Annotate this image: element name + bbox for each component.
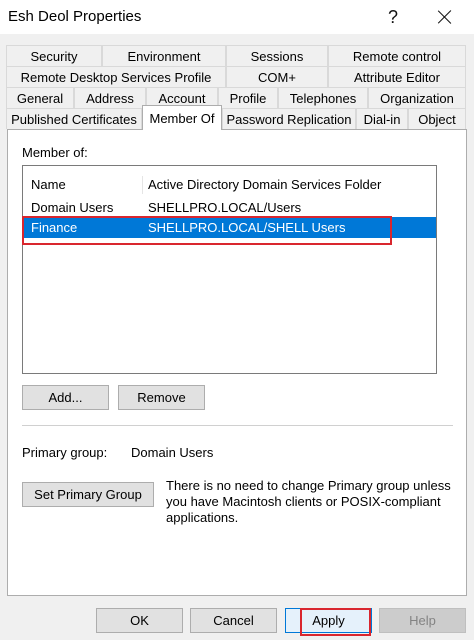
help-button[interactable]: Help xyxy=(379,608,466,633)
window-title: Esh Deol Properties xyxy=(8,8,142,25)
divider xyxy=(22,425,453,426)
tab-password-replication[interactable]: Password Replication xyxy=(222,108,356,129)
add-button[interactable]: Add... xyxy=(22,385,109,410)
column-header-folder[interactable]: Active Directory Domain Services Folder xyxy=(148,177,381,192)
column-header-name[interactable]: Name xyxy=(31,177,66,192)
title-bar: Esh Deol Properties ? xyxy=(0,0,474,34)
primary-group-value: Domain Users xyxy=(131,445,214,460)
close-window-button[interactable] xyxy=(422,0,468,34)
tab-telephones[interactable]: Telephones xyxy=(278,87,368,108)
tab-dial-in[interactable]: Dial-in xyxy=(356,108,408,129)
cancel-button[interactable]: Cancel xyxy=(190,608,277,633)
tab-object[interactable]: Object xyxy=(408,108,466,129)
tab-profile[interactable]: Profile xyxy=(218,87,278,108)
selection-annotation-box xyxy=(22,216,392,245)
question-mark-icon: ? xyxy=(387,6,398,27)
help-title-button[interactable]: ? xyxy=(370,0,416,34)
set-primary-group-button[interactable]: Set Primary Group xyxy=(22,482,154,507)
member-of-list[interactable]: Name Active Directory Domain Services Fo… xyxy=(22,165,437,374)
close-icon xyxy=(438,10,452,24)
tab-organization[interactable]: Organization xyxy=(368,87,466,108)
tab-com-plus[interactable]: COM+ xyxy=(226,66,328,87)
ok-button[interactable]: OK xyxy=(96,608,183,633)
group-folder: SHELLPRO.LOCAL/Users xyxy=(148,200,302,215)
tab-attribute-editor[interactable]: Attribute Editor xyxy=(328,66,466,87)
member-of-panel: Member of: Name Active Directory Domain … xyxy=(7,129,467,596)
tab-address[interactable]: Address xyxy=(74,87,146,108)
primary-group-note: There is no need to change Primary group… xyxy=(166,478,451,525)
tab-sessions[interactable]: Sessions xyxy=(226,45,328,66)
tab-security[interactable]: Security xyxy=(6,45,102,66)
apply-annotation-box xyxy=(300,608,371,636)
column-separator xyxy=(142,176,143,194)
tab-member-of[interactable]: Member Of xyxy=(142,105,222,130)
tab-general[interactable]: General xyxy=(6,87,74,108)
remove-button[interactable]: Remove xyxy=(118,385,205,410)
group-name: Domain Users xyxy=(31,200,114,215)
list-header: Name Active Directory Domain Services Fo… xyxy=(23,174,436,195)
tab-remote-desktop-services-profile[interactable]: Remote Desktop Services Profile xyxy=(6,66,226,87)
table-row[interactable]: Domain Users SHELLPRO.LOCAL/Users xyxy=(23,197,436,218)
member-of-label: Member of: xyxy=(22,145,88,160)
tab-remote-control[interactable]: Remote control xyxy=(328,45,466,66)
primary-group-label: Primary group: xyxy=(22,445,108,460)
tab-environment[interactable]: Environment xyxy=(102,45,226,66)
tab-published-certificates[interactable]: Published Certificates xyxy=(6,108,142,129)
